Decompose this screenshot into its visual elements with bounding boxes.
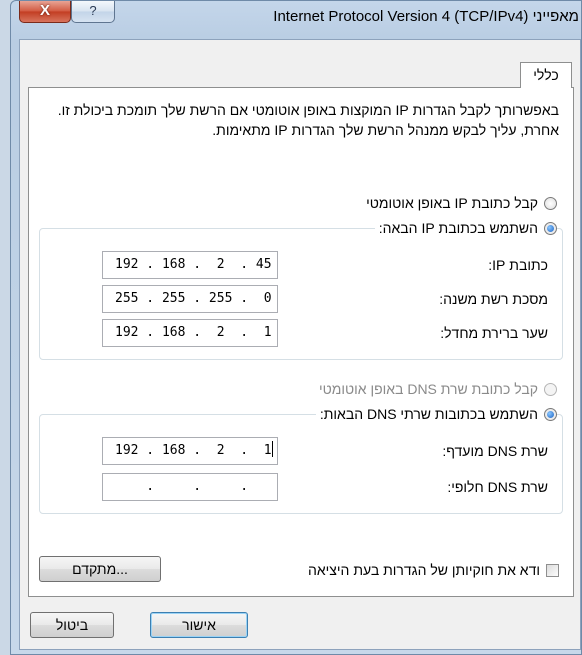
advanced-button[interactable]: מתקדם...	[39, 556, 161, 582]
dns-manual-radio-row[interactable]: השתמש בכתובות שרתי DNS הבאות:	[315, 403, 557, 425]
dialog-body: כללי באפשרותך לקבל הגדרות IP המוקצות באו…	[19, 39, 581, 650]
subnet-mask-row: מסכת רשת משנה: 255 . 255 . 255 . 0	[40, 285, 562, 313]
ip-auto-radio[interactable]	[544, 196, 557, 210]
ip-manual-radio[interactable]	[544, 221, 557, 235]
title-bar[interactable]: X ? מאפייני Internet Protocol Version 4 …	[11, 1, 581, 39]
dns-auto-radio[interactable]	[544, 382, 557, 396]
text-caret	[271, 441, 273, 457]
help-icon: ?	[89, 3, 97, 18]
preferred-dns-label: שרת DNS מועדף:	[442, 443, 548, 459]
tab-general[interactable]: כללי	[520, 62, 572, 88]
dns-settings-group: שרת DNS מועדף: 192 . 168 . 2 . 1 שרת DNS…	[39, 414, 563, 514]
dns-auto-label: קבל כתובת שרת DNS באופן אוטומטי	[318, 381, 538, 397]
ip-address-label: כתובת IP:	[488, 257, 548, 273]
preferred-dns-row: שרת DNS מועדף: 192 . 168 . 2 . 1	[40, 437, 562, 465]
dns-manual-label: השתמש בכתובות שרתי DNS הבאות:	[319, 406, 538, 422]
help-button[interactable]: ?	[71, 1, 115, 23]
default-gateway-row: שער ברירת מחדל: 192 . 168 . 2 . 1	[40, 319, 562, 347]
preferred-dns-value: 192 . 168 . 2 . 1	[115, 443, 272, 458]
preferred-dns-field[interactable]: 192 . 168 . 2 . 1	[102, 437, 278, 465]
ip-auto-radio-row[interactable]: קבל כתובת IP באופן אוטומטי	[366, 192, 557, 214]
dns-auto-radio-row[interactable]: קבל כתובת שרת DNS באופן אוטומטי	[319, 378, 557, 400]
general-tab-panel: באפשרותך לקבל הגדרות IP המוקצות באופן או…	[28, 87, 574, 597]
ok-button[interactable]: אישור	[150, 612, 248, 638]
validate-on-exit-row[interactable]: ודא את חוקיותן של הגדרות בעת היציאה	[308, 558, 559, 582]
close-button[interactable]: X	[19, 1, 71, 23]
ip-address-field[interactable]: 192 . 168 . 2 . 45	[102, 251, 278, 279]
alternate-dns-field[interactable]: . . .	[102, 473, 278, 501]
subnet-mask-field[interactable]: 255 . 255 . 255 . 0	[102, 285, 278, 313]
description-text: באפשרותך לקבל הגדרות IP המוקצות באופן או…	[57, 102, 559, 138]
ip-manual-radio-row[interactable]: השתמש בכתובת IP הבאה:	[374, 217, 557, 239]
ip-manual-label: השתמש בכתובת IP הבאה:	[378, 220, 538, 236]
ip-auto-label: קבל כתובת IP באופן אוטומטי	[366, 195, 538, 211]
cancel-button[interactable]: ביטול	[30, 612, 114, 638]
alternate-dns-row: שרת DNS חלופי: . . .	[40, 473, 562, 501]
default-gateway-label: שער ברירת מחדל:	[440, 325, 548, 341]
ip-address-row: כתובת IP: 192 . 168 . 2 . 45	[40, 251, 562, 279]
dialog-window: X ? מאפייני Internet Protocol Version 4 …	[10, 0, 582, 655]
validate-on-exit-checkbox[interactable]	[546, 563, 559, 577]
ip-settings-group: כתובת IP: 192 . 168 . 2 . 45 מסכת רשת מש…	[39, 228, 563, 360]
alternate-dns-label: שרת DNS חלופי:	[447, 479, 548, 495]
window-title: מאפייני Internet Protocol Version 4 (TCP…	[273, 8, 579, 25]
dns-manual-radio[interactable]	[544, 407, 557, 421]
close-icon: X	[39, 2, 50, 19]
validate-on-exit-label: ודא את חוקיותן של הגדרות בעת היציאה	[307, 562, 540, 578]
subnet-mask-label: מסכת רשת משנה:	[439, 291, 548, 307]
default-gateway-field[interactable]: 192 . 168 . 2 . 1	[102, 319, 278, 347]
